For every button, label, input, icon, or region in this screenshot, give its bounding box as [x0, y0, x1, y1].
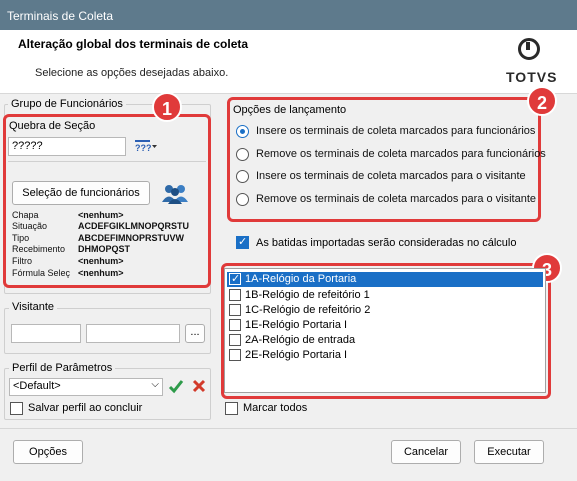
dialog-title: Alteração global dos terminais de coleta [18, 37, 249, 51]
batidas-label: As batidas importadas serão consideradas… [256, 237, 517, 249]
opcoes-button[interactable]: Opções [13, 440, 83, 464]
info-label-recebimento: Recebimento [12, 244, 66, 254]
quebra-secao-lookup-icon[interactable]: ??? [134, 139, 158, 153]
perfil-select[interactable]: <Default> ⌵ [9, 378, 163, 396]
marcar-todos-checkbox[interactable] [225, 402, 238, 415]
terminal-checkbox[interactable] [229, 272, 241, 285]
batidas-checkbox[interactable] [236, 235, 249, 249]
terminais-list[interactable]: 1A-Relógio da Portaria 1B-Relógio de ref… [224, 268, 546, 393]
info-label-situacao: Situação [12, 221, 48, 231]
info-label-chapa: Chapa [12, 210, 39, 220]
totvs-logo-icon [518, 38, 540, 60]
list-item[interactable]: 1A-Relógio da Portaria [227, 272, 543, 287]
radio-label-2: Insere os terminais de coleta marcados p… [256, 170, 526, 182]
perfil-title: Perfil de Parâmetros [9, 362, 116, 374]
terminal-label: 2E-Relógio Portaria I [245, 349, 348, 361]
cancel-button[interactable]: Cancelar [391, 440, 461, 464]
visitante-browse-button[interactable]: ... [185, 324, 205, 343]
radio-option-3[interactable] [236, 193, 249, 206]
dialog-header: Alteração global dos terminais de coleta… [0, 30, 577, 94]
radio-option-2[interactable] [236, 170, 249, 183]
terminal-checkbox[interactable] [229, 319, 241, 331]
radio-option-0[interactable] [236, 125, 249, 138]
list-item[interactable]: 2A-Relógio de entrada [227, 333, 543, 348]
terminal-label: 1B-Relógio de refeitório 1 [245, 289, 370, 301]
salvar-perfil-label: Salvar perfil ao concluir [28, 402, 143, 414]
terminal-checkbox[interactable] [229, 349, 241, 361]
users-group-icon[interactable] [160, 183, 190, 205]
terminal-checkbox[interactable] [229, 334, 241, 346]
list-item[interactable]: 1B-Relógio de refeitório 1 [227, 288, 543, 303]
terminal-label: 2A-Relógio de entrada [245, 334, 356, 346]
info-value-tipo: ABCDEFIMNOPRSTUVW [78, 233, 184, 243]
totvs-logo-text: TOTVS [506, 69, 558, 85]
cancel-x-icon[interactable] [192, 379, 206, 393]
marcar-todos-label: Marcar todos [243, 402, 308, 414]
list-item[interactable]: 2E-Relógio Portaria I [227, 348, 543, 363]
list-item[interactable]: 1C-Relógio de refeitório 2 [227, 303, 543, 318]
executar-button[interactable]: Executar [474, 440, 544, 464]
svg-text:???: ??? [135, 143, 152, 153]
info-value-formula: <nenhum> [78, 268, 124, 278]
confirm-check-icon[interactable] [168, 378, 184, 394]
quebra-secao-input[interactable]: ????? [8, 137, 126, 156]
dialog-subtitle: Selecione as opções desejadas abaixo. [35, 67, 229, 79]
info-value-situacao: ACDEFGIKLMNOPQRSTU [78, 221, 189, 231]
terminal-label: 1A-Relógio da Portaria [245, 273, 357, 285]
quebra-secao-label: Quebra de Seção [9, 120, 96, 132]
chevron-down-icon: ⌵ [151, 379, 159, 390]
radio-label-3: Remove os terminais de coleta marcados p… [256, 193, 537, 205]
visitante-code-input[interactable] [11, 324, 81, 343]
visitante-title: Visitante [9, 301, 57, 313]
radio-option-1[interactable] [236, 148, 249, 161]
opcoes-lancamento-title: Opções de lançamento [233, 104, 347, 116]
divider [8, 161, 206, 162]
salvar-perfil-checkbox[interactable] [10, 402, 23, 415]
grupo-funcionarios-title: Grupo de Funcionários [8, 98, 126, 110]
info-value-filtro: <nenhum> [78, 256, 124, 266]
info-value-chapa: <nenhum> [78, 210, 124, 220]
selecao-funcionarios-button[interactable]: Seleção de funcionários [12, 181, 150, 205]
info-label-tipo: Tipo [12, 233, 30, 243]
terminal-checkbox[interactable] [229, 289, 241, 301]
window-titlebar: Terminais de Coleta [0, 0, 577, 30]
radio-label-1: Remove os terminais de coleta marcados p… [256, 148, 546, 160]
badge-2: 2 [527, 86, 557, 116]
list-item[interactable]: 1E-Relógio Portaria I [227, 318, 543, 333]
info-label-filtro: Filtro [12, 256, 32, 266]
visitante-name-input[interactable] [86, 324, 180, 343]
badge-1: 1 [152, 92, 182, 122]
footer-divider [0, 428, 577, 429]
info-value-recebimento: DHMOPQST [78, 244, 131, 254]
info-label-formula: Fórmula Seleç [12, 268, 71, 278]
radio-label-0: Insere os terminais de coleta marcados p… [256, 125, 536, 137]
terminal-label: 1C-Relógio de refeitório 2 [245, 304, 371, 316]
terminal-checkbox[interactable] [229, 304, 241, 316]
terminal-label: 1E-Relógio Portaria I [245, 319, 348, 331]
window-title: Terminais de Coleta [7, 9, 114, 23]
perfil-select-value: <Default> [13, 380, 61, 392]
